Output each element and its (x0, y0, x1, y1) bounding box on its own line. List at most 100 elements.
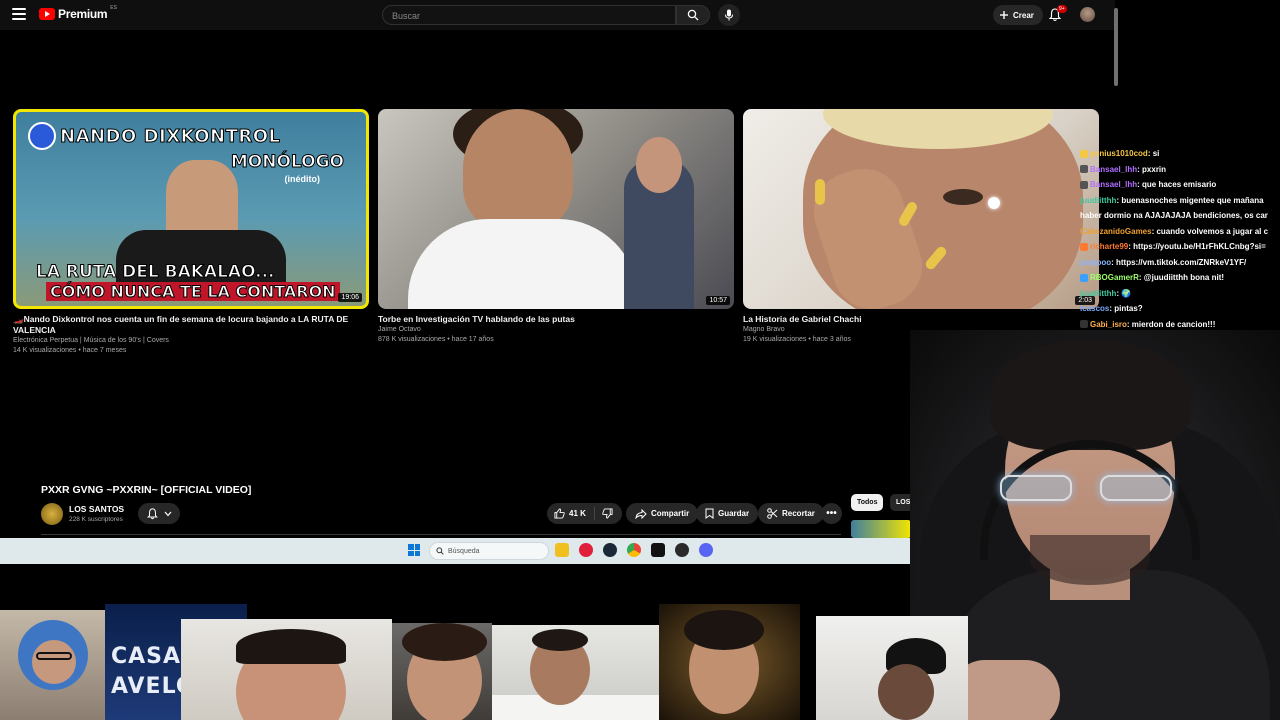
chat-text: : cuando volvemos a jugar al c (1151, 226, 1269, 236)
youtube-header: Premium ES Crear 9+ (0, 0, 1115, 30)
video-thumbnail[interactable]: 10:57 (378, 109, 734, 309)
bookmark-icon (705, 508, 714, 519)
chat-text: : que haces emisario (1137, 180, 1217, 189)
chat-text: : pxxrin (1137, 164, 1167, 174)
search-input[interactable] (383, 7, 675, 25)
discord-icon[interactable] (699, 543, 713, 557)
chat-text: : mierdon de cancion!!! (1126, 319, 1216, 329)
create-label: Crear (1013, 10, 1034, 20)
chat-user: juudiitthh (1080, 195, 1117, 205)
chat-user: panjooo (1080, 257, 1112, 267)
chip-all[interactable]: Todos (851, 494, 884, 511)
menu-icon[interactable] (12, 8, 26, 20)
like-dislike-group: 41 K (547, 503, 622, 524)
taskbar-search[interactable]: Búsqueda (429, 542, 549, 560)
thumbs-up-icon (554, 508, 565, 519)
thumbnail-text-name: NANDO DIXKONTROL (60, 126, 281, 148)
thumbnail-person (463, 109, 573, 229)
chat-message: richarte99: https://youtu.be/H1rFhKLCnbg… (1080, 239, 1280, 255)
save-button[interactable]: Guardar (696, 503, 759, 524)
chat-user: CabezanidoGames (1080, 226, 1152, 236)
related-video-thumbnail[interactable] (851, 520, 911, 538)
thumbnail-eye (943, 189, 983, 205)
chat-text: : https://vm.tiktok.com/ZNRkeV1YF/ (1111, 257, 1247, 267)
like-count: 41 K (569, 509, 586, 518)
thumbnail-nail (815, 179, 825, 205)
chat-message: panjooo: https://vm.tiktok.com/ZNRkeV1YF… (1080, 255, 1280, 271)
search-button[interactable] (676, 5, 710, 25)
chat-text: haber dormio na AJAJAJAJA bendiciones, o… (1080, 211, 1268, 220)
subscription-bell-button[interactable] (138, 503, 180, 524)
save-label: Guardar (718, 509, 750, 518)
thumbnail-person-2-head (636, 137, 682, 193)
glasses-lens-left (1000, 475, 1072, 501)
chat-user: lcascos (1080, 304, 1110, 313)
chat-message: Bansael_lhh: que haces emisario (1080, 177, 1280, 193)
channel-avatar[interactable] (41, 503, 63, 525)
page-scrollbar[interactable] (1114, 8, 1118, 86)
person-face (878, 664, 934, 720)
plus-icon (1000, 11, 1008, 19)
file-explorer-icon[interactable] (555, 543, 569, 557)
share-button[interactable]: Compartir (626, 503, 699, 524)
video-card-2[interactable]: 10:57 Torbe en Investigación TV hablando… (378, 109, 734, 345)
chat-user: Gabi_isro (1090, 319, 1127, 329)
thumbnail-text-ruta: LA RUTA DEL BAKALAO... (36, 262, 276, 283)
voice-search-button[interactable] (718, 4, 740, 26)
clip-label: Recortar (782, 509, 815, 518)
like-button[interactable]: 41 K (547, 507, 595, 520)
dislike-button[interactable] (595, 508, 613, 519)
thumbnail-person (166, 160, 238, 240)
person-hair (236, 629, 346, 664)
media-app-icon[interactable] (579, 543, 593, 557)
thumbnail-shirt (408, 219, 638, 309)
steam-icon[interactable] (603, 543, 617, 557)
glasses-lens-right (1100, 475, 1172, 501)
account-avatar[interactable] (1080, 7, 1095, 22)
bell-icon (146, 507, 158, 519)
streamer-glasses (1000, 475, 1180, 505)
video-card-3[interactable]: 2:03 La Historia de Gabriel Chachi Magno… (743, 109, 1099, 345)
video-title-line1: 🏎️Nando Dixkontrol nos cuenta un fin de … (13, 314, 349, 324)
user-badge-icon (1080, 273, 1088, 282)
person-glasses (36, 652, 72, 660)
thumbnail-person-3 (392, 623, 492, 720)
video-title-line2: VALENCIA (13, 325, 56, 335)
more-actions-button[interactable]: ••• (821, 503, 842, 524)
streamer-beard (1030, 535, 1150, 585)
video-thumbnail[interactable]: NANDO DIXKONTROL MONÓLOGO (inédito) LA R… (13, 109, 369, 309)
clip-button[interactable]: Recortar (758, 503, 824, 524)
video-channel[interactable]: Electrónica Perpetua | Música de los 90'… (13, 336, 369, 346)
create-button[interactable]: Crear (993, 5, 1043, 25)
region-label: ES (110, 5, 117, 11)
user-badge-icon (1080, 180, 1088, 189)
share-icon (635, 508, 647, 519)
thumbnail-text-como: CÓMO NUNCA TE LA CONTARON (46, 282, 340, 302)
thumbnail-person-6 (816, 616, 968, 720)
channel-name[interactable]: LOS SANTOS (69, 504, 124, 514)
brand-label: Premium (58, 7, 108, 21)
thumbnail-person-5 (659, 604, 800, 720)
video-title[interactable]: Torbe en Investigación TV hablando de la… (378, 314, 734, 325)
video-thumbnail[interactable]: 2:03 (743, 109, 1099, 309)
chat-user: juudiitthh (1080, 288, 1117, 298)
windows-start-icon[interactable] (408, 544, 420, 556)
video-title[interactable]: La Historia de Gabriel Chachi (743, 314, 1099, 325)
thumbnail-person-4 (492, 625, 659, 720)
youtube-logo[interactable]: Premium ES (39, 5, 117, 21)
thumbs-down-icon (602, 508, 613, 519)
sub-badge-icon (1080, 149, 1088, 158)
video-title[interactable]: 🏎️Nando Dixkontrol nos cuenta un fin de … (13, 314, 369, 336)
video-channel[interactable]: Jaime Octavo (378, 325, 734, 335)
chevron-down-icon (164, 511, 171, 516)
microphone-icon (725, 9, 733, 21)
chrome-icon[interactable] (627, 543, 641, 557)
video-meta: 878 K visualizaciones • hace 17 años (378, 336, 494, 343)
person-face (32, 640, 76, 684)
video-card-1[interactable]: NANDO DIXKONTROL MONÓLOGO (inédito) LA R… (13, 109, 369, 356)
taskbar-search-placeholder: Búsqueda (448, 547, 480, 555)
capcut-icon[interactable] (651, 543, 665, 557)
video-duration: 19:06 (338, 293, 362, 302)
person-hair (532, 629, 588, 651)
obs-icon[interactable] (675, 543, 689, 557)
